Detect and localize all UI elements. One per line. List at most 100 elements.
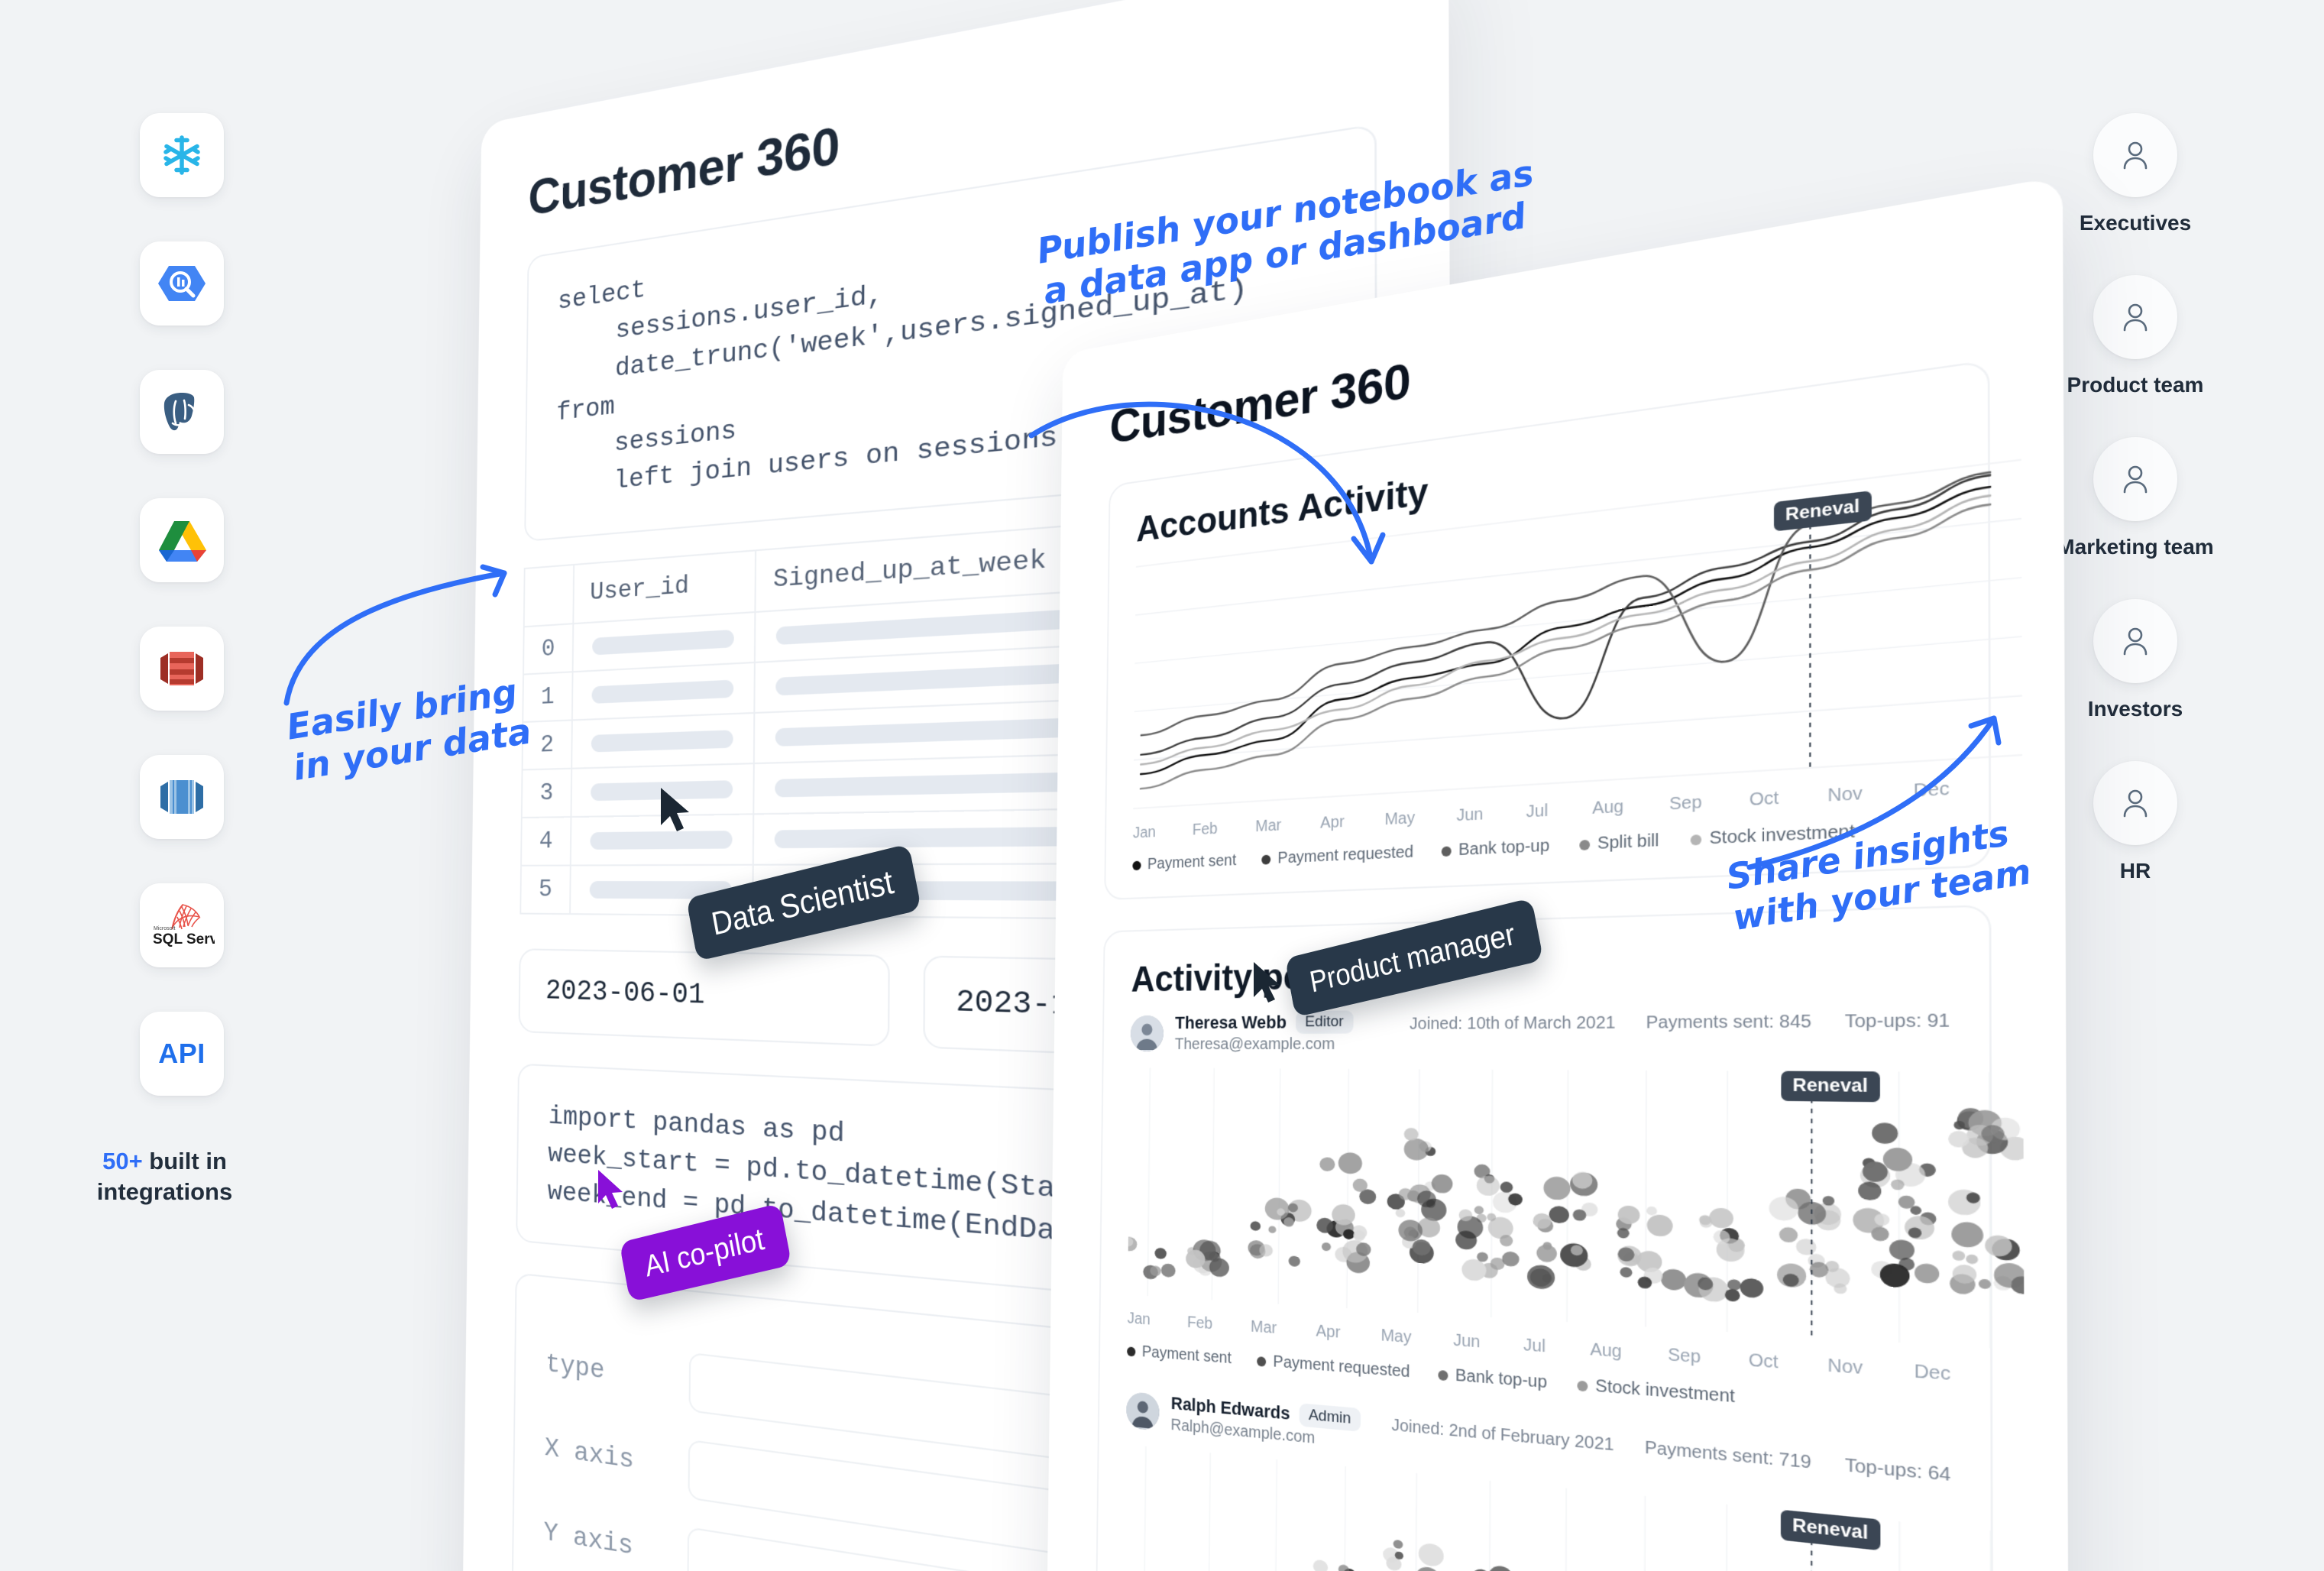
- audience-item-marketing-team[interactable]: Marketing team: [2057, 437, 2214, 559]
- user-activity-row: Ralph Edwards Admin Ralph@example.com Jo…: [1122, 1388, 1951, 1571]
- x-axis-tick: Jul: [1523, 1336, 1546, 1356]
- audience-item-product-team[interactable]: Product team: [2067, 275, 2204, 397]
- postgresql-icon[interactable]: [140, 370, 224, 454]
- x-axis-tick: Apr: [1320, 812, 1345, 833]
- audience-label: Product team: [2067, 373, 2204, 397]
- api-label: API: [158, 1038, 206, 1069]
- renewal-annotation: Reneval: [1781, 1071, 1880, 1103]
- user-joined-date: Joined: 10th of March 2021: [1409, 1013, 1616, 1034]
- legend-item[interactable]: Payment sent: [1127, 1342, 1232, 1368]
- x-axis-tick: Jan: [1132, 823, 1157, 842]
- user-email: Theresa@example.com: [1174, 1035, 1335, 1054]
- user-payments-sent: Payments sent: 845: [1646, 1012, 1812, 1033]
- x-axis-tick: Feb: [1192, 820, 1218, 839]
- hero-illustration: Microsoft SQL Server API 50+ built in in…: [0, 0, 2324, 1571]
- arrow-publish: [1024, 382, 1406, 588]
- legend-swatch: [1127, 1346, 1136, 1357]
- legend-item[interactable]: Payment requested: [1261, 843, 1413, 869]
- start-date-input[interactable]: 2023-06-01: [518, 947, 890, 1047]
- amazon-redshift-icon[interactable]: [140, 627, 224, 711]
- row-index: 0: [523, 623, 574, 675]
- legend-item[interactable]: Split bill: [1578, 831, 1659, 855]
- legend-item[interactable]: Stock investment: [1576, 1375, 1735, 1408]
- user-name: Theresa Webb: [1174, 1012, 1287, 1033]
- legend-label: Bank top-up: [1458, 836, 1550, 860]
- x-axis-tick: Jul: [1526, 801, 1549, 822]
- cell: [571, 662, 755, 721]
- google-drive-icon[interactable]: [140, 498, 224, 582]
- user-payments-sent: Payments sent: 719: [1644, 1437, 1812, 1473]
- legend-swatch: [1578, 839, 1590, 850]
- user-activity-bubble-chart: Reneval: [1122, 1064, 2034, 1356]
- user-joined-date: Joined: 2nd of February 2021: [1391, 1416, 1614, 1455]
- row-index: 3: [521, 768, 572, 818]
- x-axis-tick: May: [1380, 1326, 1412, 1347]
- api-icon[interactable]: API: [140, 1012, 224, 1096]
- legend-swatch: [1690, 834, 1701, 846]
- avatar: [1125, 1391, 1160, 1431]
- legend-label: Stock investment: [1595, 1376, 1735, 1407]
- viz-field-label: Y axis: [543, 1518, 633, 1563]
- sql-server-icon[interactable]: Microsoft SQL Server: [140, 883, 224, 967]
- x-axis-tick: Jun: [1456, 805, 1484, 825]
- audience-label: Investors: [2087, 697, 2183, 721]
- legend-label: Payment sent: [1141, 1343, 1232, 1368]
- integrations-count: 50+: [102, 1148, 143, 1174]
- column-header-user-id[interactable]: User_id: [573, 549, 756, 624]
- x-axis-tick: Feb: [1186, 1313, 1213, 1333]
- x-axis-tick: Sep: [1669, 792, 1702, 815]
- legend-item[interactable]: Bank top-up: [1438, 1365, 1547, 1393]
- bubble-chart-svg: [1122, 1064, 2034, 1356]
- svg-text:SQL Server: SQL Server: [153, 931, 215, 947]
- legend-item[interactable]: Bank top-up: [1441, 837, 1549, 861]
- avatar: [1130, 1015, 1164, 1051]
- audience-item-hr[interactable]: HR: [2093, 761, 2177, 883]
- person-icon: [2093, 113, 2177, 197]
- skeleton-bar: [591, 679, 733, 704]
- viz-field-label: type: [545, 1349, 605, 1388]
- legend-label: Payment requested: [1273, 1352, 1410, 1382]
- bigquery-icon[interactable]: [140, 241, 224, 326]
- integrations-rail: Microsoft SQL Server API 50+ built in in…: [97, 113, 232, 1207]
- audiences-rail: Executives Product team Marketing team I…: [2057, 113, 2214, 923]
- user-identity[interactable]: Ralph Edwards Admin Ralph@example.com: [1125, 1388, 1361, 1453]
- x-axis-tick: Mar: [1255, 816, 1282, 836]
- skeleton-bar: [592, 629, 734, 656]
- snowflake-icon[interactable]: [140, 113, 224, 197]
- x-axis-tick: Aug: [1590, 1339, 1622, 1362]
- legend-swatch: [1132, 860, 1141, 870]
- user-activity-row: Theresa Webb Editor Theresa@example.com …: [1122, 1005, 2034, 1424]
- person-icon: [2093, 275, 2177, 359]
- activity-per-user-panel: Activity per user Theresa Webb Editor: [1093, 904, 2034, 1571]
- person-icon: [2093, 761, 2177, 845]
- legend-label: Bank top-up: [1455, 1365, 1548, 1392]
- legend-item[interactable]: Payment requested: [1257, 1352, 1410, 1382]
- legend-swatch: [1441, 845, 1452, 857]
- legend-label: Split bill: [1597, 831, 1659, 854]
- user-top-ups: Top-ups: 91: [1844, 1010, 1950, 1032]
- amazon-athena-icon[interactable]: [140, 755, 224, 839]
- cell: [571, 712, 755, 769]
- skeleton-bar: [591, 729, 733, 753]
- x-axis-tick: Apr: [1316, 1322, 1341, 1343]
- row-index: 5: [520, 865, 571, 914]
- legend-swatch: [1261, 854, 1271, 865]
- user-top-ups: Top-ups: 64: [1844, 1455, 1951, 1486]
- legend-swatch: [1576, 1379, 1588, 1391]
- row-index: 4: [521, 816, 571, 866]
- svg-text:Microsoft: Microsoft: [154, 926, 175, 931]
- user-role-badge: Admin: [1299, 1403, 1361, 1432]
- user-identity[interactable]: Theresa Webb Editor Theresa@example.com: [1130, 1010, 1354, 1054]
- audience-label: HR: [2119, 859, 2151, 883]
- integrations-caption: 50+ built in integrations: [89, 1146, 241, 1207]
- legend-label: Payment sent: [1147, 851, 1237, 873]
- viz-field-label: X axis: [544, 1433, 635, 1477]
- audience-item-executives[interactable]: Executives: [2080, 113, 2191, 235]
- row-index: 1: [523, 671, 573, 722]
- legend-item[interactable]: Payment sent: [1132, 851, 1236, 874]
- audience-item-investors[interactable]: Investors: [2088, 599, 2183, 721]
- arrow-share-insights: [1742, 695, 2017, 871]
- x-axis-tick: Oct: [1748, 1350, 1779, 1373]
- legend-swatch: [1438, 1369, 1448, 1381]
- x-axis-tick: Nov: [1827, 1356, 1863, 1379]
